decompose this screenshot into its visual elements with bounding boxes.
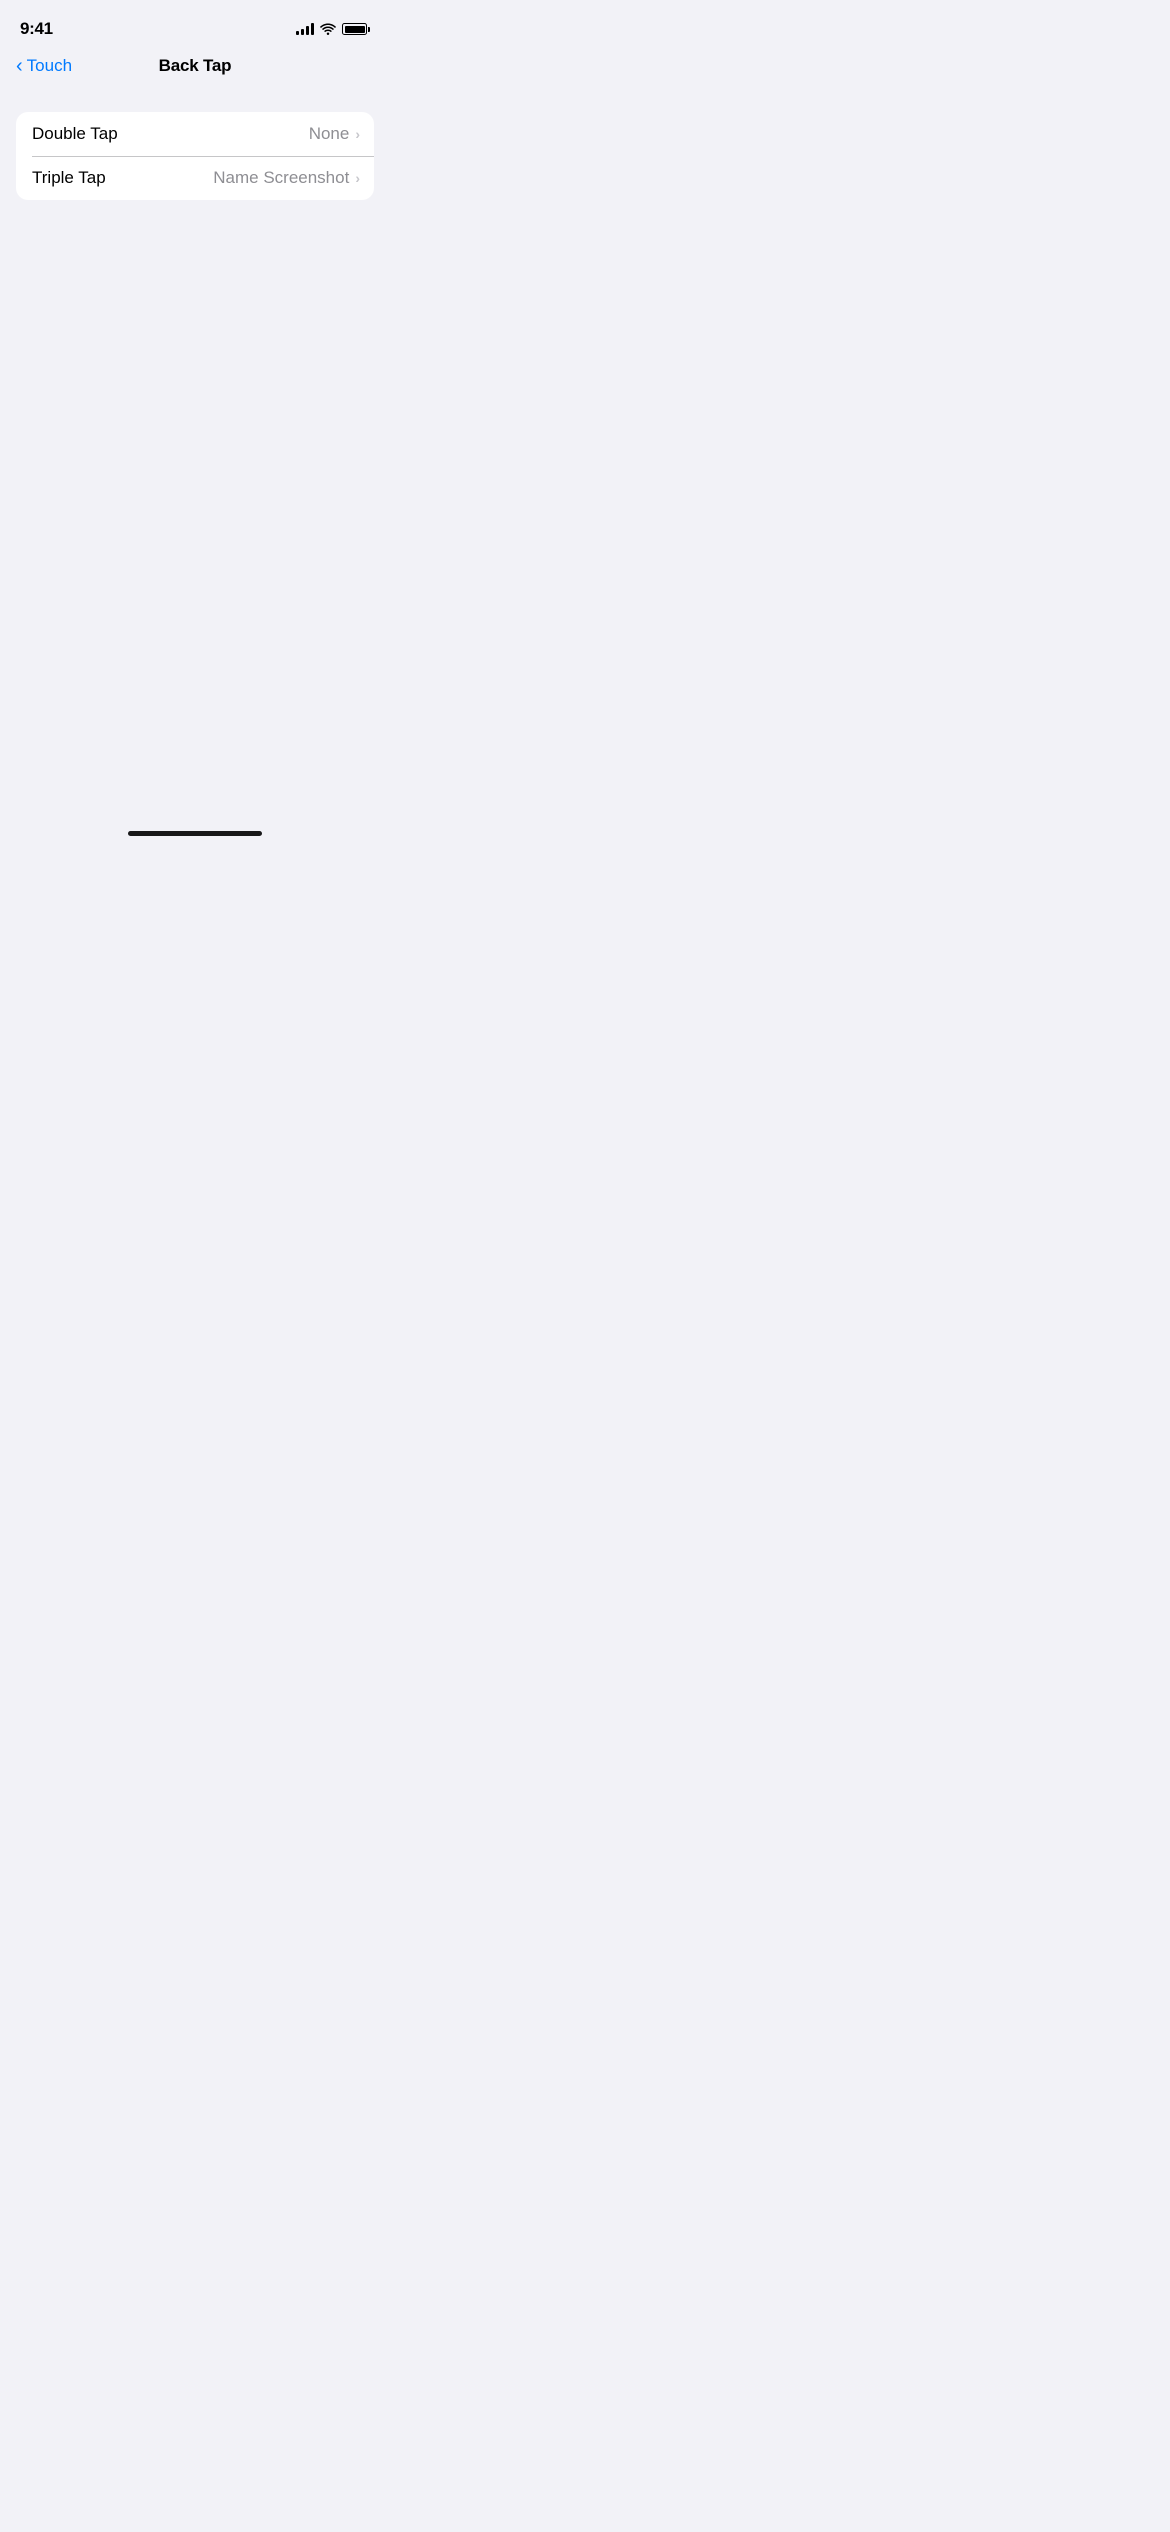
double-tap-value: None: [309, 124, 350, 144]
double-tap-right: None ›: [309, 124, 358, 144]
page-title: Back Tap: [159, 56, 232, 76]
back-label: Touch: [27, 56, 72, 76]
battery-body: [342, 23, 367, 35]
signal-icon: [296, 23, 314, 35]
triple-tap-right: Name Screenshot ›: [213, 168, 358, 188]
settings-list: Double Tap None › Triple Tap Name Screen…: [16, 112, 374, 200]
triple-tap-value: Name Screenshot: [213, 168, 349, 188]
triple-tap-chevron-icon: ›: [355, 170, 360, 186]
double-tap-chevron-icon: ›: [355, 126, 360, 142]
home-indicator: [128, 831, 262, 836]
status-icons: [296, 23, 370, 35]
back-button[interactable]: ‹ Touch: [16, 56, 72, 76]
signal-bar-3: [306, 26, 309, 35]
nav-bar: ‹ Touch Back Tap: [0, 48, 390, 84]
battery-tip: [368, 27, 370, 32]
triple-tap-label: Triple Tap: [32, 168, 106, 188]
double-tap-row[interactable]: Double Tap None ›: [16, 112, 374, 156]
wifi-icon: [320, 23, 336, 35]
battery-icon: [342, 23, 370, 35]
back-chevron-icon: ‹: [16, 56, 23, 76]
status-time: 9:41: [20, 19, 53, 39]
double-tap-label: Double Tap: [32, 124, 118, 144]
signal-bar-2: [301, 29, 304, 35]
triple-tap-row[interactable]: Triple Tap Name Screenshot ›: [16, 156, 374, 200]
settings-section: Double Tap None › Triple Tap Name Screen…: [16, 112, 374, 200]
status-bar: 9:41: [0, 0, 390, 44]
signal-bar-4: [311, 23, 314, 35]
signal-bar-1: [296, 31, 299, 35]
battery-fill: [345, 26, 365, 33]
